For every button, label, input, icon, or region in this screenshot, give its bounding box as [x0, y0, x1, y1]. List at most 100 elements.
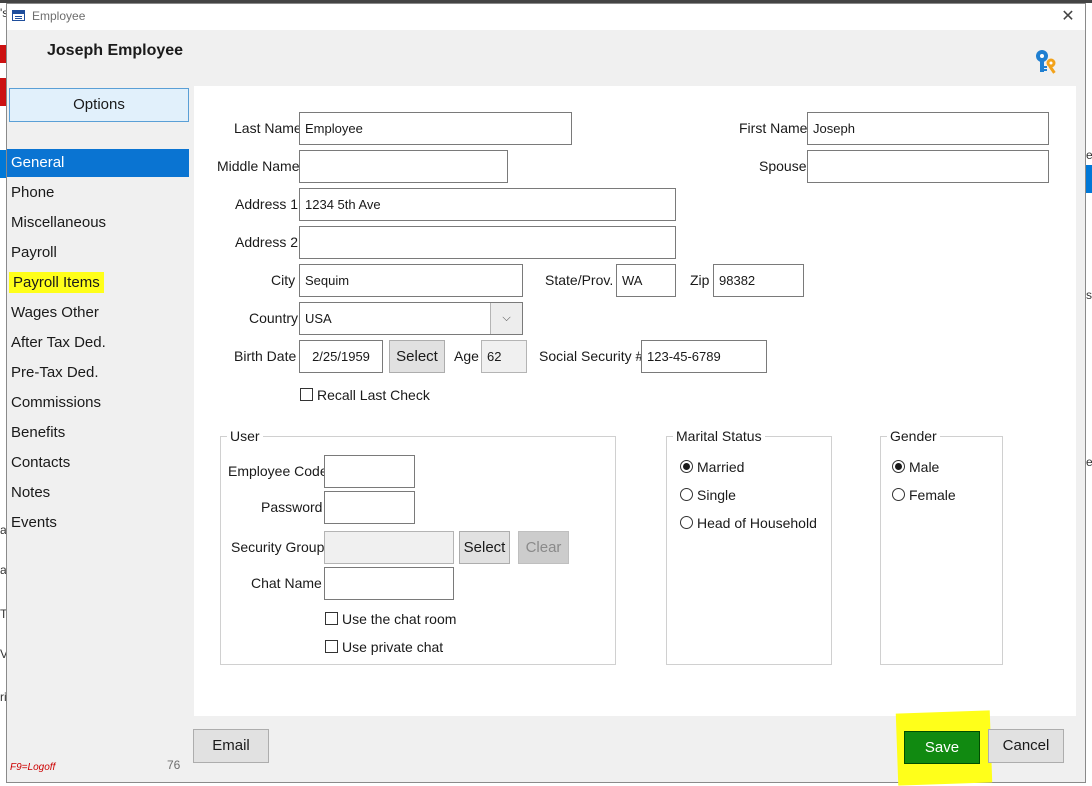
- sidebar-item-notes[interactable]: Notes: [7, 479, 189, 507]
- last-name-label: Last Name: [234, 120, 302, 136]
- sidebar-item-commissions[interactable]: Commissions: [7, 389, 189, 417]
- ssn-field[interactable]: 123-45-6789: [641, 340, 767, 373]
- middle-name-field[interactable]: [299, 150, 508, 183]
- window-icon: [12, 10, 25, 21]
- sidebar-item-label: Miscellaneous: [11, 214, 107, 231]
- sidebar-item-benefits[interactable]: Benefits: [7, 419, 189, 447]
- general-form-panel: Last Name Employee First Name Joseph Mid…: [194, 86, 1076, 716]
- sidebar-item-payroll[interactable]: Payroll: [7, 239, 189, 267]
- password-label: Password: [261, 499, 323, 515]
- head-of-household-label: Head of Household: [697, 515, 817, 531]
- sidebar-item-label: Payroll: [11, 244, 57, 261]
- chevron-down-icon[interactable]: ⌵: [490, 303, 522, 334]
- email-button[interactable]: Email: [193, 729, 269, 763]
- employee-dialog: Employee ✕ Joseph Employee Options Gener…: [6, 3, 1086, 786]
- marital-status-title: Marital Status: [673, 428, 765, 444]
- city-label: City: [271, 272, 296, 288]
- spouse-field[interactable]: [807, 150, 1049, 183]
- address1-field[interactable]: 1234 5th Ave: [299, 188, 676, 221]
- keys-icon[interactable]: [1032, 47, 1060, 75]
- background-selected-row: [1086, 165, 1092, 193]
- zip-label: Zip: [690, 272, 710, 288]
- single-radio[interactable]: [680, 488, 693, 501]
- user-group: User Employee Code Password Security Gro…: [220, 428, 616, 665]
- cancel-button[interactable]: Cancel: [988, 729, 1064, 763]
- employee-code-field[interactable]: [324, 455, 415, 488]
- age-field: 62: [481, 340, 527, 373]
- sidebar-item-payroll-items[interactable]: Payroll Items: [7, 269, 189, 297]
- country-select-value: USA: [305, 311, 332, 326]
- state-label: State/Prov.: [545, 272, 614, 288]
- birth-date-field[interactable]: 2/25/1959: [299, 340, 383, 373]
- options-button[interactable]: Options: [9, 88, 189, 122]
- background-text: e: [1086, 148, 1092, 162]
- first-name-field[interactable]: Joseph: [807, 112, 1049, 145]
- save-button[interactable]: Save: [904, 731, 980, 764]
- title-bar: Employee ✕: [7, 4, 1085, 30]
- security-group-label: Security Group: [231, 539, 325, 555]
- country-label: Country: [249, 310, 299, 326]
- sidebar-item-pre-tax-ded[interactable]: Pre-Tax Ded.: [7, 359, 189, 387]
- married-radio[interactable]: [680, 460, 693, 473]
- state-field[interactable]: WA: [616, 264, 676, 297]
- sidebar-item-label: Contacts: [11, 454, 71, 471]
- country-select[interactable]: USA ⌵: [299, 302, 523, 335]
- sidebar-item-events[interactable]: Events: [7, 509, 189, 537]
- male-radio[interactable]: [892, 460, 905, 473]
- sidebar-item-contacts[interactable]: Contacts: [7, 449, 189, 477]
- record-number: 76: [167, 758, 181, 772]
- male-label: Male: [909, 459, 940, 475]
- sidebar-item-label: Pre-Tax Ded.: [11, 364, 99, 381]
- address2-label: Address 2: [235, 234, 299, 250]
- recall-last-check-checkbox[interactable]: [300, 388, 313, 401]
- gender-title: Gender: [887, 428, 940, 444]
- sidebar-item-label: Events: [11, 514, 57, 531]
- zip-field[interactable]: 98382: [713, 264, 804, 297]
- recall-last-check-label: Recall Last Check: [317, 387, 430, 403]
- sidebar-item-label: Notes: [11, 484, 51, 501]
- sidebar-item-general[interactable]: General: [7, 149, 189, 177]
- sidebar-item-label: Benefits: [11, 424, 66, 441]
- female-label: Female: [909, 487, 956, 503]
- head-of-household-radio[interactable]: [680, 516, 693, 529]
- sidebar-item-label: Wages Other: [11, 304, 99, 321]
- gender-group: Gender Male Female: [880, 428, 1003, 665]
- sidebar-item-label: After Tax Ded.: [11, 334, 106, 351]
- first-name-label: First Name: [739, 120, 808, 136]
- chat-name-label: Chat Name: [251, 575, 322, 591]
- security-group-select-button[interactable]: Select: [459, 531, 510, 564]
- birth-date-label: Birth Date: [234, 348, 297, 364]
- female-radio[interactable]: [892, 488, 905, 501]
- sidebar-item-label: Payroll Items: [9, 272, 104, 293]
- ssn-label: Social Security #: [539, 348, 644, 364]
- birth-date-select-button[interactable]: Select: [389, 340, 445, 373]
- use-private-chat-checkbox[interactable]: [325, 640, 338, 653]
- age-label: Age: [454, 348, 479, 364]
- user-group-title: User: [227, 428, 263, 444]
- close-button[interactable]: ✕: [1057, 6, 1079, 28]
- middle-name-label: Middle Name: [217, 158, 300, 174]
- use-chat-room-checkbox[interactable]: [325, 612, 338, 625]
- city-field[interactable]: Sequim: [299, 264, 523, 297]
- address1-label: Address 1: [235, 196, 299, 212]
- chat-name-field[interactable]: [324, 567, 454, 600]
- password-field[interactable]: [324, 491, 415, 524]
- sidebar-item-miscellaneous[interactable]: Miscellaneous: [7, 209, 189, 237]
- address2-field[interactable]: [299, 226, 676, 259]
- use-private-chat-label: Use private chat: [342, 639, 444, 655]
- employee-name-heading: Joseph Employee: [47, 42, 184, 59]
- background-text: s: [1086, 288, 1092, 302]
- spouse-label: Spouse: [759, 158, 807, 174]
- security-group-clear-button[interactable]: Clear: [518, 531, 569, 564]
- logoff-hint: F9=Logoff: [10, 762, 56, 773]
- sidebar-item-label: Phone: [11, 184, 55, 201]
- sidebar-item-phone[interactable]: Phone: [7, 179, 189, 207]
- sidebar-item-after-tax-ded[interactable]: After Tax Ded.: [7, 329, 189, 357]
- use-chat-room-label: Use the chat room: [342, 611, 457, 627]
- last-name-field[interactable]: Employee: [299, 112, 572, 145]
- employee-code-label: Employee Code: [228, 463, 328, 479]
- sidebar-item-label: Commissions: [11, 394, 102, 411]
- marital-status-group: Marital Status Married Single Head of Ho…: [666, 428, 832, 665]
- sidebar-item-wages-other[interactable]: Wages Other: [7, 299, 189, 327]
- security-group-field: [324, 531, 454, 564]
